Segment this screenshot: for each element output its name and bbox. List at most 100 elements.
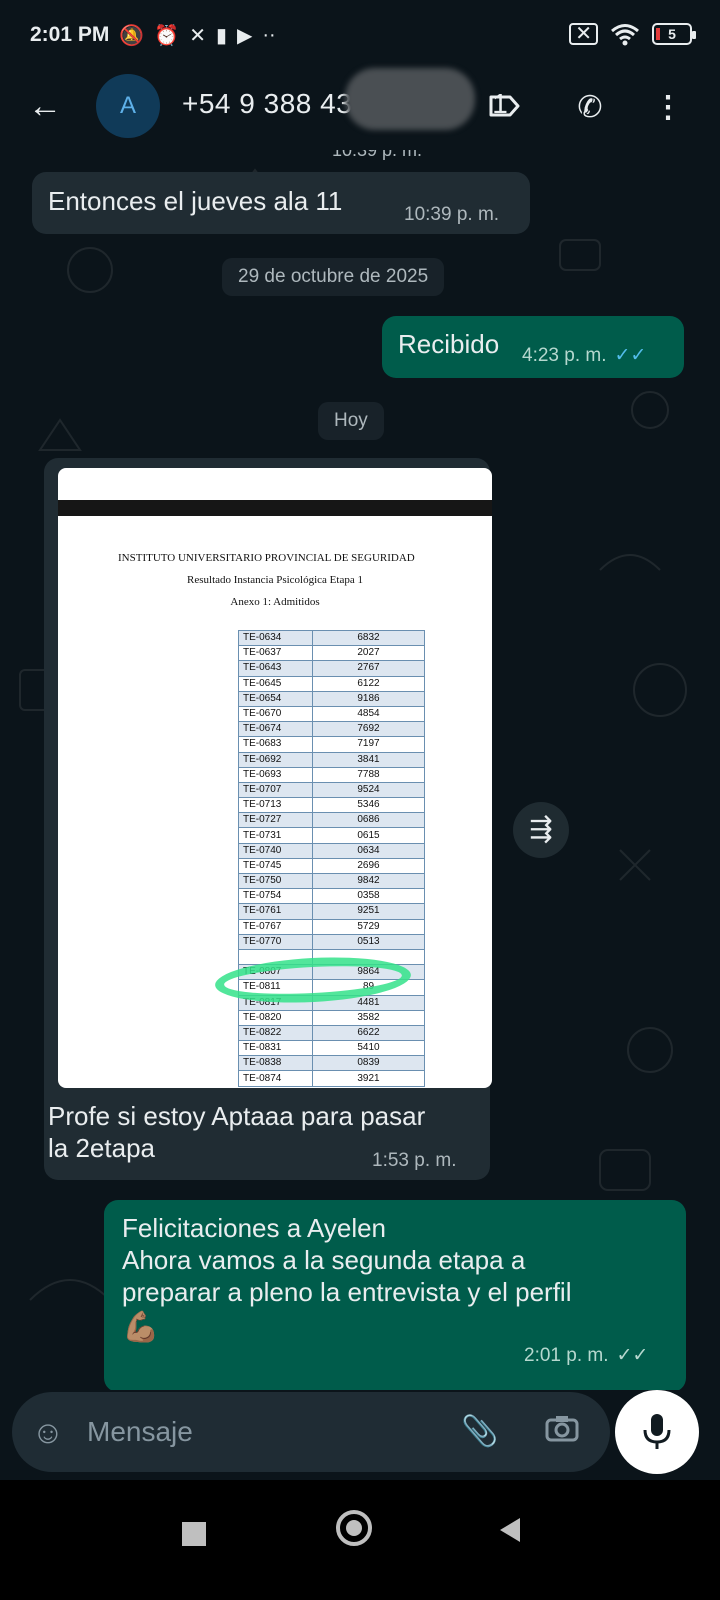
row-number: 0634 [312, 842, 425, 859]
row-code: TE-0754 [238, 888, 313, 905]
status-left-icons: 🔕 ⏰ ✕ ▮ ▶ ·· [119, 23, 275, 48]
row-number: 9524 [312, 781, 425, 799]
more-vert-icon[interactable]: ⋮ [648, 88, 688, 128]
read-ticks-icon: ✓✓ [614, 345, 647, 366]
row-number: 9251 [312, 903, 425, 920]
table-row: TE-0637 2027 [238, 645, 425, 662]
document-image[interactable]: INSTITUTO UNIVERSITARIO PROVINCIAL DE SE… [58, 468, 492, 1088]
chat-area[interactable]: 10:39 p. m. Entonces el jueves ala 11 10… [0, 150, 720, 1390]
document-top-bar [58, 500, 492, 516]
table-row: TE-0674 7692 [238, 721, 425, 738]
incoming-message[interactable]: Entonces el jueves ala 11 10:39 p. m. [32, 172, 530, 234]
document-title: INSTITUTO UNIVERSITARIO PROVINCIAL DE SE… [118, 552, 415, 564]
message-time: 2:01 p. m. [524, 1345, 609, 1366]
row-number: 6622 [312, 1024, 425, 1042]
back-button[interactable] [500, 1518, 520, 1542]
table-row: TE-0767 5729 [238, 918, 425, 935]
admitted-table: TE-0634 6832 TE-0637 2027 TE-0643 2767 TE-0645… [238, 629, 425, 1087]
clipboard-icon: ▮ [215, 24, 227, 47]
row-number: 7788 [312, 766, 425, 783]
camera-icon[interactable] [542, 1412, 582, 1452]
row-code: TE-0820 [238, 1009, 313, 1026]
message-input[interactable]: Mensaje [87, 1416, 193, 1448]
message-text: Felicitaciones a Ayelen Ahora vamos a la… [122, 1212, 571, 1348]
table-row: TE-0731 0615 [238, 827, 425, 844]
row-number: 9186 [312, 690, 425, 707]
label-icon[interactable] [484, 88, 524, 128]
row-number: 7197 [312, 736, 425, 753]
status-time: 2:01 PM [30, 23, 110, 46]
add-call-icon[interactable]: ✆ [570, 88, 610, 128]
table-row: TE-0770 0513 [238, 933, 425, 950]
row-code: TE-0731 [238, 827, 313, 844]
date-separator: 29 de octubre de 2025 [222, 258, 445, 296]
document-annex: Anexo 1: Admitidos [230, 596, 320, 608]
flexed-biceps-emoji: 💪🏽 [122, 1311, 160, 1344]
system-nav-bar [0, 1480, 720, 1600]
redaction-smudge [345, 68, 475, 130]
row-code: TE-0670 [238, 705, 313, 723]
status-right-icons: ✕ 5 [569, 22, 696, 46]
attach-icon[interactable]: 📎 [460, 1412, 500, 1452]
row-code: TE-0874 [238, 1070, 313, 1087]
row-number: 7692 [312, 721, 425, 738]
row-code: TE-0727 [238, 812, 313, 829]
row-code: TE-0643 [238, 660, 313, 677]
recent-apps-button[interactable] [182, 1522, 206, 1546]
message-text: Entonces el jueves ala 11 [48, 186, 343, 216]
row-code: TE-0683 [238, 736, 313, 753]
row-number: 0513 [312, 933, 425, 950]
row-code: TE-0745 [238, 857, 313, 875]
message-composer[interactable]: ☺ Mensaje 📎 [12, 1392, 610, 1472]
row-number: 5346 [312, 797, 425, 814]
message-text: Recibido [398, 329, 500, 359]
table-row: TE-0761 9251 [238, 903, 425, 920]
status-bar: 2:01 PM 🔕 ⏰ ✕ ▮ ▶ ·· ✕ 5 [0, 0, 720, 70]
forward-icon[interactable]: ⇶ [513, 802, 569, 858]
back-arrow-icon[interactable]: ← [28, 88, 64, 124]
alarm-icon: ⏰ [154, 24, 180, 47]
outgoing-message[interactable]: Recibido 4:23 p. m. ✓✓ [382, 316, 684, 378]
chat-header: ← A +54 9 388 43 1 ✆ ⋮ [0, 68, 720, 150]
table-row: TE-0740 0634 [238, 842, 425, 859]
row-number: 3921 [312, 1070, 425, 1087]
contact-number: +54 9 388 43 [182, 88, 353, 119]
table-row: TE-0754 0358 [238, 888, 425, 905]
row-code: TE-0645 [238, 675, 313, 692]
row-code: TE-0750 [238, 872, 313, 890]
table-row: TE-0634 6832 [238, 629, 425, 647]
table-row: TE-0692 3841 [238, 751, 425, 768]
wifi-icon [611, 24, 639, 46]
row-number: 2767 [312, 660, 425, 677]
table-row: TE-0838 0839 [238, 1055, 425, 1072]
avatar[interactable]: A [96, 74, 160, 138]
home-button[interactable] [336, 1510, 372, 1546]
date-separator: Hoy [318, 402, 384, 440]
table-row: TE-0707 9524 [238, 781, 425, 799]
table-row: TE-0643 2767 [238, 660, 425, 677]
row-number: 0358 [312, 888, 425, 905]
table-row: TE-0822 6622 [238, 1024, 425, 1042]
row-code: TE-0761 [238, 903, 313, 920]
row-code: TE-0654 [238, 690, 313, 707]
row-code: TE-0692 [238, 751, 313, 768]
message-line-2: Ahora vamos a la segunda etapa a [122, 1245, 526, 1275]
row-number: 4854 [312, 705, 425, 723]
table-row: TE-0654 9186 [238, 690, 425, 707]
delivered-ticks-icon: ✓✓ [616, 1345, 649, 1366]
table-row: TE-0874 3921 [238, 1070, 425, 1087]
row-code: TE-0637 [238, 645, 313, 662]
message-time: 4:23 p. m. [522, 345, 607, 366]
more-dots-icon: ·· [262, 23, 276, 46]
outgoing-message[interactable]: Felicitaciones a Ayelen Ahora vamos a la… [104, 1200, 686, 1390]
avatar-letter: A [119, 92, 136, 119]
image-caption: Profe si estoy Aptaaa para pasar la 2eta… [48, 1100, 425, 1164]
mic-icon[interactable] [615, 1390, 699, 1474]
row-number: 0615 [312, 827, 425, 844]
sticker-icon[interactable]: ☺ [28, 1412, 68, 1452]
message-meta: 4:23 p. m. ✓✓ [522, 344, 646, 367]
caption-line-1: Profe si estoy Aptaaa para pasar [48, 1101, 426, 1131]
table-row: TE-0713 5346 [238, 797, 425, 814]
message-time: 10:39 p. m. [404, 204, 500, 225]
table-row: TE-0750 9842 [238, 872, 425, 890]
